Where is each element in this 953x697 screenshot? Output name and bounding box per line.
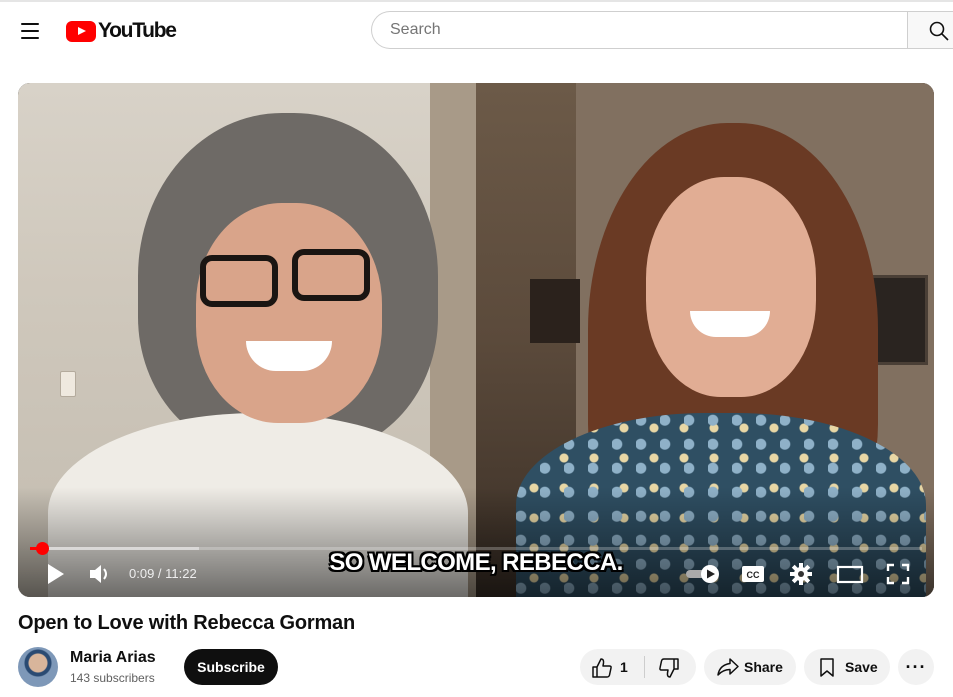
- share-button[interactable]: Share: [704, 649, 796, 685]
- bookmark-icon: [820, 658, 834, 677]
- duration: 11:22: [165, 566, 197, 581]
- volume-icon: [90, 565, 107, 583]
- search-icon: [929, 21, 949, 41]
- background-outlet: [60, 371, 76, 397]
- dislike-button[interactable]: [645, 649, 696, 685]
- progress-bar[interactable]: [30, 542, 922, 555]
- svg-text:CC: CC: [747, 570, 760, 580]
- youtube-logo[interactable]: YouTube: [66, 19, 177, 42]
- volume-button[interactable]: [87, 561, 113, 587]
- glasses-left-lens: [200, 255, 278, 307]
- save-button[interactable]: Save: [804, 649, 890, 685]
- settings-button[interactable]: [788, 561, 814, 587]
- subscribe-button[interactable]: Subscribe: [184, 649, 278, 685]
- fullscreen-button[interactable]: [884, 561, 912, 587]
- like-count: 1: [620, 659, 628, 675]
- search-box: [371, 11, 907, 49]
- share-icon: [717, 658, 739, 676]
- play-icon: [48, 564, 64, 584]
- menu-button[interactable]: [15, 16, 45, 46]
- autoplay-toggle-icon: [686, 565, 719, 583]
- more-icon: ···: [905, 656, 927, 677]
- current-time: 0:09: [129, 566, 155, 581]
- like-button[interactable]: 1: [580, 649, 643, 685]
- autoplay-toggle[interactable]: [684, 561, 724, 587]
- closed-captions-icon: CC: [742, 566, 764, 582]
- thumbs-up-icon: [592, 658, 612, 678]
- progress-loaded: [30, 547, 200, 550]
- gear-icon: [790, 563, 812, 585]
- top-border: [0, 0, 953, 2]
- background-art-left: [530, 279, 580, 343]
- time-separator: /: [154, 566, 166, 581]
- fullscreen-icon: [886, 563, 910, 585]
- channel-avatar[interactable]: [18, 647, 58, 687]
- like-dislike-group: 1: [580, 649, 696, 685]
- channel-name[interactable]: Maria Arias: [70, 649, 156, 667]
- speaker-right-face: [646, 177, 816, 397]
- play-button[interactable]: [42, 561, 68, 587]
- theater-mode-icon: [836, 565, 864, 584]
- scrubber-handle[interactable]: [35, 542, 49, 555]
- search-input[interactable]: [388, 20, 907, 40]
- subtitles-button[interactable]: CC: [740, 561, 766, 587]
- video-player[interactable]: SO WELCOME, REBECCA. 0:09 / 11:22 CC: [18, 83, 934, 597]
- share-label: Share: [744, 659, 783, 675]
- save-label: Save: [845, 659, 878, 675]
- masthead: YouTube: [0, 0, 953, 62]
- theater-mode-button[interactable]: [836, 561, 864, 587]
- time-display: 0:09 / 11:22: [129, 566, 197, 581]
- thumbs-down-icon: [659, 658, 679, 678]
- logo-text: YouTube: [98, 19, 177, 42]
- more-actions-button[interactable]: ···: [898, 649, 934, 685]
- youtube-play-logo-icon: [66, 20, 96, 42]
- video-title: Open to Love with Rebecca Gorman: [18, 612, 355, 634]
- search-button[interactable]: [907, 11, 953, 49]
- speaker-left-face: [196, 203, 382, 423]
- subscriber-count: 143 subscribers: [70, 671, 155, 685]
- glasses-right-lens: [292, 249, 370, 301]
